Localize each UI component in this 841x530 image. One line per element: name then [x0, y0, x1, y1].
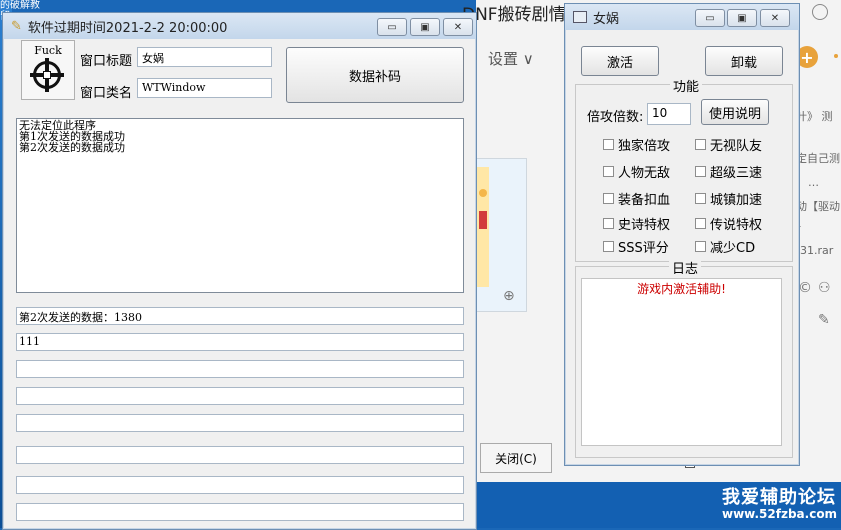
data-field-6[interactable]: [16, 446, 464, 464]
background-thumbnail: [476, 158, 527, 312]
data-field-7[interactable]: [16, 476, 464, 494]
side-line: 叶》 测: [796, 110, 833, 123]
zoom-icon[interactable]: ⊕: [503, 288, 515, 304]
option-checkbox[interactable]: 史诗特权: [603, 214, 670, 233]
background-app-title: DNF搬砖剧情: [462, 5, 566, 25]
multiplier-input[interactable]: 10: [647, 103, 691, 125]
minimize-button[interactable]: ▭: [377, 18, 407, 36]
option-label: 城镇加速: [710, 193, 763, 208]
nvwa-window: 女娲 ▭ ▣ ✕ 激活 卸载 功能 倍攻倍数: 10 使用说明 独家倍攻 无视队…: [564, 3, 800, 466]
option-label: 无视队友: [710, 139, 763, 154]
checkbox-icon: [695, 241, 706, 252]
checkbox-icon: [603, 241, 614, 252]
watermark-title: 我爱辅助论坛: [722, 487, 836, 508]
desktop-text-1: 的破解教: [0, 0, 40, 11]
patch-data-button[interactable]: 数据补码: [286, 47, 464, 103]
edit-icon[interactable]: ✎: [818, 312, 830, 328]
option-checkbox[interactable]: 超级三速: [695, 162, 762, 181]
option-checkbox[interactable]: 无视队友: [695, 135, 762, 154]
maximize-button[interactable]: ▣: [410, 18, 440, 36]
log-label: 日志: [669, 258, 702, 277]
window-class-label: 窗口类名: [80, 86, 133, 101]
checkbox-icon: [695, 166, 706, 177]
data-field-1[interactable]: 第2次发送的数据：1380: [16, 307, 464, 325]
target-finder[interactable]: Fuck: [21, 40, 75, 100]
option-checkbox[interactable]: 独家倍攻: [603, 135, 670, 154]
checkbox-icon: [695, 218, 706, 229]
option-checkbox[interactable]: 传说特权: [695, 214, 762, 233]
checkbox-icon: [603, 218, 614, 229]
nvwa-window-title: 女娲: [593, 11, 620, 27]
option-label: 史诗特权: [618, 218, 671, 233]
multiplier-label: 倍攻倍数:: [587, 110, 644, 125]
data-field-8[interactable]: [16, 503, 464, 521]
close-window-button[interactable]: ✕: [443, 18, 473, 36]
option-label: 独家倍攻: [618, 139, 671, 154]
close-icon: ✕: [770, 12, 780, 24]
nvwa-log-textarea[interactable]: 游戏内激活辅助!: [581, 278, 782, 446]
side-line: …: [808, 176, 819, 189]
logo-text: Fuck: [34, 44, 62, 57]
log-line: 第2次发送的数据成功: [19, 141, 125, 154]
log-message: 游戏内激活辅助!: [637, 282, 726, 296]
option-checkbox[interactable]: 城镇加速: [695, 189, 762, 208]
circle-icon[interactable]: [812, 4, 828, 20]
dot-icon: [834, 54, 838, 58]
data-field-3[interactable]: [16, 360, 464, 378]
features-label: 功能: [670, 76, 703, 95]
window-title-input[interactable]: 女娲: [137, 47, 272, 67]
checkbox-icon: [695, 193, 706, 204]
app-icon: [573, 11, 587, 23]
activate-button[interactable]: 激活: [581, 46, 659, 76]
copyright-icon[interactable]: ©: [798, 280, 812, 296]
main-tool-window: ✎ 软件过期时间2021-2-2 20:00:00 ▭ ▣ ✕ Fuck 窗口标…: [2, 12, 477, 530]
close-button[interactable]: 关闭(C): [480, 443, 552, 473]
watermark-url: www.52fzba.com: [722, 507, 838, 521]
data-field-2[interactable]: 111: [16, 333, 464, 351]
side-line: -31.rar: [796, 244, 834, 257]
option-label: 传说特权: [710, 218, 763, 233]
broom-icon: ✎: [11, 18, 22, 34]
option-label: 减少CD: [710, 241, 756, 256]
main-window-title: 软件过期时间2021-2-2 20:00:00: [27, 20, 228, 36]
background-settings-menu[interactable]: 设置 ∨: [488, 48, 534, 69]
uninstall-button[interactable]: 卸载: [705, 46, 783, 76]
option-checkbox[interactable]: 装备扣血: [603, 189, 670, 208]
data-field-5[interactable]: [16, 414, 464, 432]
checkbox-icon: [695, 139, 706, 150]
close-window-button[interactable]: ✕: [760, 9, 790, 27]
option-checkbox[interactable]: 人物无敌: [603, 162, 670, 181]
option-label: SSS评分: [618, 241, 669, 256]
checkbox-icon: [603, 139, 614, 150]
side-line: 动【驱动: [796, 200, 840, 213]
option-label: 装备扣血: [618, 193, 671, 208]
side-line: 定自己测: [796, 152, 840, 165]
minimize-icon: ▭: [705, 12, 715, 24]
maximize-icon: ▣: [420, 21, 430, 33]
option-checkbox[interactable]: SSS评分: [603, 237, 669, 256]
checkbox-icon: [603, 193, 614, 204]
window-class-input[interactable]: WTWindow: [137, 78, 272, 98]
data-field-4[interactable]: [16, 387, 464, 405]
option-label: 超级三速: [710, 166, 763, 181]
window-title-label: 窗口标题: [80, 54, 133, 69]
option-checkbox[interactable]: 减少CD: [695, 237, 755, 256]
log-textarea[interactable]: 无法定位此程序 第1次发送的数据成功 第2次发送的数据成功: [16, 118, 464, 293]
user-add-icon[interactable]: ⚇: [818, 280, 831, 296]
crosshair-icon: [30, 58, 64, 92]
help-button[interactable]: 使用说明: [701, 99, 769, 125]
maximize-button[interactable]: ▣: [727, 9, 757, 27]
checkbox-icon: [603, 166, 614, 177]
maximize-icon: ▣: [737, 12, 747, 24]
close-icon: ✕: [453, 21, 463, 33]
minimize-button[interactable]: ▭: [695, 9, 725, 27]
option-label: 人物无敌: [618, 166, 671, 181]
minimize-icon: ▭: [387, 21, 397, 33]
